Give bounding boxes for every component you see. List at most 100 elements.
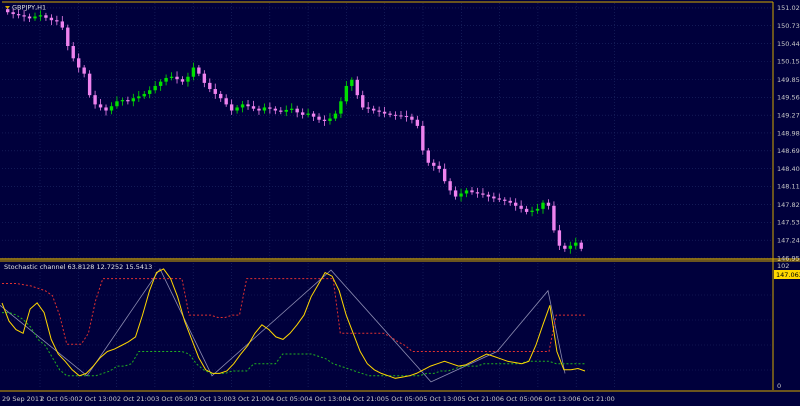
price-scale[interactable]: 151.020 150.730 150.440 150.150 149.855 149.5… xyxy=(777,4,800,262)
candle-body xyxy=(219,93,223,99)
candle-body xyxy=(382,111,387,114)
candle-body xyxy=(158,81,163,86)
candle-body xyxy=(213,89,217,94)
price-label: 148.405 xyxy=(777,165,800,173)
candle-body xyxy=(295,108,299,113)
candle-body xyxy=(71,46,75,59)
candle-body xyxy=(399,115,403,117)
candle-body xyxy=(317,116,321,120)
candle-body xyxy=(492,196,496,199)
time-label: 3 Oct 21:00 xyxy=(232,395,270,403)
candle-body xyxy=(350,79,354,86)
candle-body xyxy=(38,15,43,17)
candle-body xyxy=(268,107,272,109)
candle-body xyxy=(115,101,119,107)
time-label: 2 Oct 21:00 xyxy=(117,395,155,403)
candle-body xyxy=(415,119,420,126)
time-label: 6 Oct 21:00 xyxy=(577,395,615,403)
price-label: 149.855 xyxy=(777,76,800,84)
time-label: 6 Oct 13:00 xyxy=(538,395,576,403)
time-label: 2 Oct 13:00 xyxy=(79,395,117,403)
candle-body xyxy=(148,90,152,94)
candle-body xyxy=(87,73,92,96)
candle-body xyxy=(306,113,310,115)
candle-body xyxy=(33,16,37,19)
time-label: 5 Oct 13:00 xyxy=(423,395,461,403)
indicator-title: Stochastic channel 63.8128 12.7252 15.54… xyxy=(4,263,152,271)
candle-body xyxy=(513,202,518,206)
candle-body xyxy=(109,106,114,111)
price-label: 150.730 xyxy=(777,22,800,30)
candle-body xyxy=(508,200,512,203)
time-label: 5 Oct 21:00 xyxy=(462,395,500,403)
candle-body xyxy=(257,108,261,111)
price-label: 148.115 xyxy=(777,183,800,191)
candle-body xyxy=(333,113,338,119)
candle-body xyxy=(290,108,294,110)
candle-body xyxy=(519,205,523,209)
candle-body xyxy=(16,14,21,16)
price-label: 148.985 xyxy=(777,129,800,137)
candle-body xyxy=(262,107,267,111)
candle-body xyxy=(169,76,174,78)
candle-body xyxy=(546,202,551,206)
price-label: 150.440 xyxy=(777,40,800,48)
candle-body xyxy=(284,109,288,112)
candle-body xyxy=(437,165,441,169)
price-label: 147.820 xyxy=(777,201,800,209)
trading-terminal: GBPJPY,H1 151.020 150.730 150.440 150.150 14… xyxy=(0,0,800,406)
candle-body xyxy=(453,190,458,197)
candle-body xyxy=(344,85,349,102)
candle-body xyxy=(563,245,567,249)
candle-body xyxy=(410,116,414,120)
price-label: 148.695 xyxy=(777,147,800,155)
candle-body xyxy=(371,108,376,111)
candle-body xyxy=(120,100,125,102)
chart-title: GBPJPY,H1 xyxy=(12,4,46,12)
time-label: 6 Oct 05:00 xyxy=(500,395,538,403)
candle-body xyxy=(524,208,529,212)
candle-body xyxy=(355,79,359,96)
candle-body xyxy=(535,208,540,211)
candle-body xyxy=(104,107,108,111)
price-label: 150.150 xyxy=(777,58,800,66)
price-label: 147.240 xyxy=(777,236,800,244)
candle-body xyxy=(541,202,545,209)
price-label: 149.565 xyxy=(777,94,800,102)
candle-body xyxy=(153,85,157,91)
candle-body xyxy=(131,98,136,102)
candle-body xyxy=(497,198,501,200)
candle-body xyxy=(186,76,190,82)
candle-body xyxy=(55,20,59,22)
candle-body xyxy=(180,79,185,82)
candle-body xyxy=(98,104,103,108)
price-label: 147.530 xyxy=(777,219,800,227)
time-label: 4 Oct 21:00 xyxy=(347,395,385,403)
candle-body xyxy=(224,98,228,105)
time-label: 29 Sep 2017 xyxy=(2,395,43,403)
time-label: 4 Oct 05:00 xyxy=(270,395,308,403)
candle-body xyxy=(464,190,469,194)
candle-body xyxy=(432,162,436,166)
time-label: 3 Oct 13:00 xyxy=(194,395,232,403)
candle-body xyxy=(361,95,365,108)
candle-body xyxy=(208,82,212,90)
candle-body xyxy=(552,205,556,231)
candle-body xyxy=(311,113,316,117)
candle-body xyxy=(442,168,447,182)
candle-body xyxy=(142,93,146,97)
candle-body xyxy=(164,77,168,82)
candle-body xyxy=(448,181,452,191)
candle-body xyxy=(503,199,507,201)
candle-body xyxy=(279,110,283,112)
candle-body xyxy=(240,104,245,108)
candle-body xyxy=(568,245,572,249)
candle-body xyxy=(579,242,583,249)
time-scale[interactable]: 29 Sep 20172 Oct 05:00 2 Oct 13:00 2 Oct 2… xyxy=(2,395,615,403)
candle-body xyxy=(246,104,250,107)
candle-body xyxy=(175,76,179,80)
candle-body xyxy=(388,113,392,115)
candle-body xyxy=(77,58,81,68)
time-label: 5 Oct 05:00 xyxy=(385,395,423,403)
candle-body xyxy=(44,15,48,18)
